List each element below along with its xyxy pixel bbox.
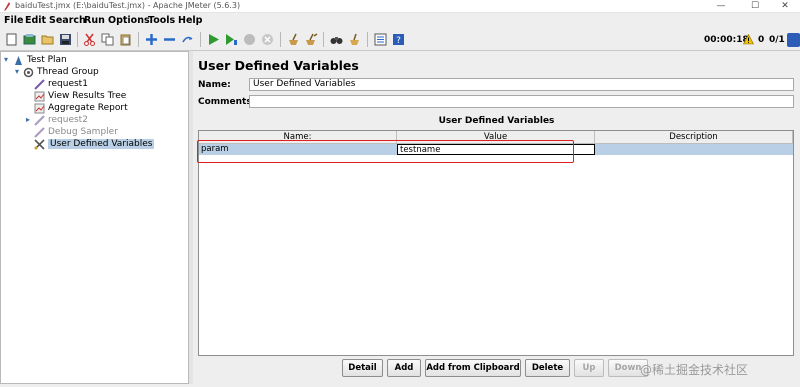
open-icon[interactable]: [39, 31, 55, 48]
cut-icon[interactable]: [81, 31, 97, 48]
start-icon[interactable]: [205, 31, 221, 48]
up-button[interactable]: Up: [574, 359, 604, 377]
warning-count: 0: [758, 35, 765, 45]
tree-node-label: request1: [48, 79, 88, 89]
templates-icon[interactable]: [21, 31, 37, 48]
annotation-highlight-box: [197, 140, 574, 163]
tree-node-request2[interactable]: request2: [34, 114, 88, 126]
maximize-button[interactable]: ☐: [740, 0, 770, 13]
tree-node-aggregate-report[interactable]: Aggregate Report: [34, 102, 128, 114]
tree-node-label: Aggregate Report: [48, 103, 128, 113]
start-no-pauses-icon[interactable]: [223, 31, 239, 48]
tree-node-label: Thread Group: [37, 67, 99, 77]
menu-file[interactable]: File: [4, 15, 23, 26]
tree-node-user-defined-variables[interactable]: User Defined Variables: [34, 138, 155, 150]
new-icon[interactable]: [3, 31, 19, 48]
tree-node-request1[interactable]: request1: [34, 78, 88, 90]
menu-options[interactable]: Options: [108, 15, 150, 26]
active-thread-count: 0/1: [769, 35, 785, 45]
menu-tools[interactable]: Tools: [148, 15, 175, 26]
collapse-toggle-icon[interactable]: ▾: [4, 55, 8, 64]
add-from-clipboard-button[interactable]: Add from Clipboard: [425, 359, 521, 377]
search-icon[interactable]: [328, 31, 344, 48]
test-plan-icon: [13, 55, 24, 66]
add-button[interactable]: Add: [387, 359, 421, 377]
menu-help[interactable]: Help: [178, 15, 202, 26]
remote-icon[interactable]: [787, 33, 800, 47]
title-bar: baiduTest.jmx (E:\baiduTest.jmx) - Apach…: [0, 0, 800, 13]
menu-run[interactable]: Run: [84, 15, 105, 26]
tree-node-label: User Defined Variables: [48, 139, 155, 149]
watermark: @稀土掘金技术社区: [640, 363, 749, 377]
thread-group-icon: [23, 67, 34, 78]
comments-label: Comments:: [198, 97, 256, 107]
variables-section-title: User Defined Variables: [438, 116, 555, 126]
column-header-description[interactable]: Description: [595, 131, 793, 144]
toolbar-separator: [367, 32, 368, 47]
jmeter-feather-icon: [4, 2, 10, 11]
tree-node-label: request2: [48, 115, 88, 125]
name-field[interactable]: User Defined Variables: [249, 78, 794, 91]
tree-node-test-plan[interactable]: Test Plan: [13, 54, 67, 66]
tree-node-label: Debug Sampler: [48, 127, 118, 137]
menu-search[interactable]: Search: [49, 15, 86, 26]
tree-node-view-results-tree[interactable]: View Results Tree: [34, 90, 126, 102]
toolbar-separator: [77, 32, 78, 47]
toolbar: ? 00:00:18 0 0/1: [0, 29, 800, 51]
tree-node-label: View Results Tree: [48, 91, 127, 101]
toolbar-separator: [138, 32, 139, 47]
function-helper-icon[interactable]: [372, 31, 388, 48]
expand-icon[interactable]: [143, 31, 159, 48]
toggle-icon[interactable]: [179, 31, 195, 48]
warning-icon[interactable]: [743, 34, 754, 45]
collapse-icon[interactable]: [161, 31, 177, 48]
reset-search-icon[interactable]: [346, 31, 362, 48]
help-icon[interactable]: ?: [390, 31, 406, 48]
toolbar-separator: [323, 32, 324, 47]
variable-description-cell[interactable]: [595, 144, 793, 155]
tree-node-thread-group[interactable]: Thread Group: [23, 66, 99, 78]
window-title: baiduTest.jmx (E:\baiduTest.jmx) - Apach…: [15, 1, 241, 10]
paste-icon[interactable]: [117, 31, 133, 48]
menu-bar: File Edit Search Run Options Tools Help: [0, 13, 800, 29]
svg-text:?: ?: [396, 36, 401, 46]
expand-toggle-icon[interactable]: ▸: [26, 115, 30, 124]
config-element-icon: [34, 138, 45, 150]
name-label: Name:: [198, 80, 231, 90]
menu-edit[interactable]: Edit: [25, 15, 46, 26]
listener-icon: [34, 103, 45, 114]
copy-icon[interactable]: [99, 31, 115, 48]
tree-node-label: Test Plan: [27, 55, 67, 65]
delete-button[interactable]: Delete: [525, 359, 570, 377]
toolbar-separator: [280, 32, 281, 47]
sampler-icon: [34, 78, 45, 90]
test-plan-tree[interactable]: ▾ Test Plan ▾ Thread Group request1 View…: [0, 51, 189, 384]
sampler-icon: [34, 114, 45, 126]
clear-icon[interactable]: [285, 31, 301, 48]
comments-field[interactable]: [249, 95, 794, 108]
shutdown-icon[interactable]: [259, 31, 275, 48]
toolbar-separator: [200, 32, 201, 47]
listener-icon: [34, 91, 45, 102]
detail-button[interactable]: Detail: [342, 359, 383, 377]
page-title: User Defined Variables: [198, 58, 359, 73]
close-button[interactable]: ✕: [770, 0, 800, 13]
save-icon[interactable]: [57, 31, 73, 48]
collapse-toggle-icon[interactable]: ▾: [15, 67, 19, 76]
stop-icon[interactable]: [241, 31, 257, 48]
tree-node-debug-sampler[interactable]: Debug Sampler: [34, 126, 118, 138]
user-defined-variables-panel: User Defined Variables Name: User Define…: [193, 51, 800, 384]
variables-table[interactable]: Name: Value Description param testname: [198, 130, 794, 356]
clear-all-icon[interactable]: [303, 31, 319, 48]
minimize-button[interactable]: —: [706, 0, 736, 13]
sampler-icon: [34, 126, 45, 138]
